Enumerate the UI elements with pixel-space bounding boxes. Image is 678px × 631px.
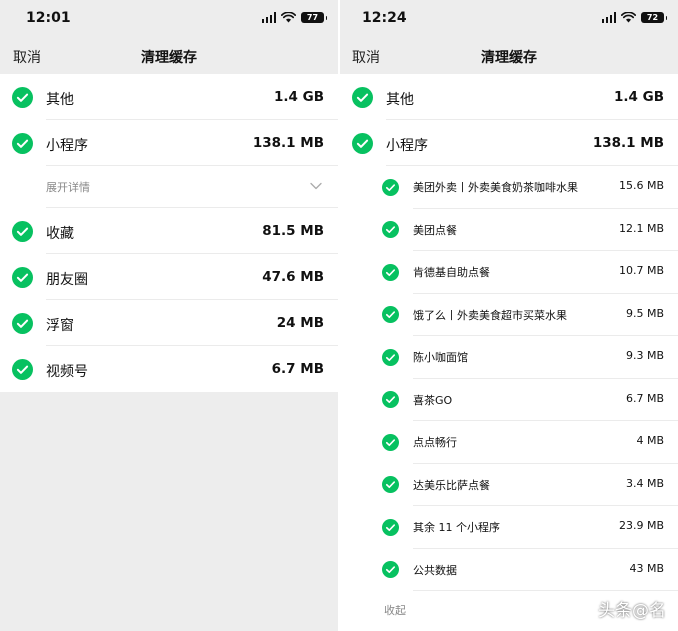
page-title: 清理缓存 [141, 50, 197, 66]
checkmark-icon [382, 433, 399, 451]
mini-program-item[interactable]: 美团外卖丨外卖美食奶茶咖啡水果 15.6 MB [340, 166, 678, 209]
item-size: 9.5 MB [625, 306, 664, 320]
status-icons: 72 [601, 12, 667, 23]
mini-program-item[interactable]: 点点畅行 4 MB [340, 421, 678, 464]
mini-program-item[interactable]: 肯德基自助点餐 10.7 MB [340, 251, 678, 294]
checkmark-icon [382, 518, 399, 536]
checkmark-icon [12, 220, 33, 242]
checkmark-icon [12, 358, 33, 380]
chevron-down-icon[interactable] [310, 182, 322, 190]
mini-program-item[interactable]: 其余 11 个小程序 23.9 MB [340, 506, 678, 549]
status-icons: 77 [261, 12, 327, 23]
item-label: 陈小咖面馆 [413, 351, 468, 364]
watermark: 头条@名 [598, 601, 666, 621]
item-size: 15.6 MB [618, 179, 664, 192]
checkmark-icon [382, 561, 399, 578]
item-size: 24 MB [276, 315, 324, 331]
item-size: 12.1 MB [618, 221, 664, 235]
mini-program-item[interactable]: 喜茶GO 6.7 MB [340, 379, 678, 421]
cache-item-other[interactable]: 其他 1.4 GB [0, 74, 338, 120]
item-label: 其余 11 个小程序 [413, 521, 500, 534]
item-label: 喜茶GO [413, 393, 453, 407]
item-size: 9.3 MB [625, 349, 664, 362]
item-label: 美团外卖丨外卖美食奶茶咖啡水果 [413, 181, 578, 194]
left-screen: 12:01 77 取消 清理缓存 其他 1.4 GB 小程序 138.1 MB [0, 0, 338, 631]
status-bar: 12:24 72 [340, 0, 678, 38]
mini-program-item[interactable]: 美团点餐 12.1 MB [340, 209, 678, 251]
item-label: 浮窗 [46, 318, 74, 334]
cache-item-mini-programs[interactable]: 小程序 138.1 MB [0, 120, 338, 166]
cache-list: 其他 1.4 GB 小程序 138.1 MB 展开详情 收藏 81.5 MB 朋… [0, 74, 338, 392]
item-size: 10.7 MB [618, 264, 664, 277]
item-label: 美团点餐 [413, 223, 457, 237]
item-label: 达美乐比萨点餐 [413, 478, 490, 492]
cache-item-moments[interactable]: 朋友圈 47.6 MB [0, 254, 338, 300]
item-label: 点点畅行 [413, 436, 457, 449]
checkmark-icon [382, 391, 399, 408]
item-size: 6.7 MB [271, 361, 324, 377]
checkmark-icon [12, 266, 33, 288]
cellular-signal-icon [601, 12, 616, 23]
wifi-icon [281, 12, 296, 23]
mini-program-item[interactable]: 陈小咖面馆 9.3 MB [340, 336, 678, 379]
item-label: 视频号 [46, 364, 88, 380]
item-label: 肯德基自助点餐 [413, 266, 490, 279]
checkmark-icon [12, 312, 33, 334]
mini-program-item[interactable]: 达美乐比萨点餐 3.4 MB [340, 464, 678, 506]
collapse-link[interactable]: 收起 [384, 602, 406, 618]
expand-details-link[interactable]: 展开详情 [46, 179, 90, 195]
item-label: 收藏 [46, 226, 74, 242]
item-label: 小程序 [46, 138, 88, 154]
status-time: 12:24 [362, 10, 407, 26]
item-label: 其他 [46, 92, 74, 108]
page-title: 清理缓存 [481, 50, 537, 66]
checkmark-icon [352, 86, 373, 108]
nav-bar: 取消 清理缓存 [0, 38, 338, 74]
item-size: 138.1 MB [592, 135, 664, 151]
item-size: 1.4 GB [614, 89, 664, 105]
item-label: 其他 [386, 92, 414, 108]
cache-item-favorites[interactable]: 收藏 81.5 MB [0, 208, 338, 254]
item-label: 朋友圈 [46, 272, 88, 288]
nav-bar: 取消 清理缓存 [340, 38, 678, 74]
status-bar: 12:01 77 [0, 0, 338, 38]
item-label: 小程序 [386, 138, 428, 154]
checkmark-icon [352, 132, 373, 154]
item-size: 3.4 MB [625, 476, 664, 490]
mini-program-item[interactable]: 公共数据 43 MB [340, 549, 678, 591]
checkmark-icon [382, 306, 399, 323]
cache-item-channels[interactable]: 视频号 6.7 MB [0, 346, 338, 392]
checkmark-icon [12, 132, 33, 154]
checkmark-icon [12, 86, 33, 108]
item-size: 138.1 MB [252, 135, 324, 151]
status-time: 12:01 [26, 10, 71, 26]
cache-list: 其他 1.4 GB 小程序 138.1 MB 美团外卖丨外卖美食奶茶咖啡水果 1… [340, 74, 678, 631]
item-label: 公共数据 [413, 563, 457, 577]
cache-item-mini-programs[interactable]: 小程序 138.1 MB [340, 120, 678, 166]
row-divider [413, 590, 678, 591]
checkmark-icon [382, 348, 399, 366]
item-size: 4 MB [636, 434, 664, 447]
checkmark-icon [382, 221, 399, 238]
battery-icon: 72 [641, 12, 667, 23]
cellular-signal-icon [261, 12, 276, 23]
checkmark-icon [382, 263, 399, 281]
expand-details-row[interactable]: 展开详情 [0, 166, 338, 208]
wifi-icon [621, 12, 636, 23]
cache-item-floating-window[interactable]: 浮窗 24 MB [0, 300, 338, 346]
battery-icon: 77 [301, 12, 327, 23]
checkmark-icon [382, 476, 399, 493]
item-size: 43 MB [629, 561, 664, 575]
checkmark-icon [382, 178, 399, 196]
mini-program-item[interactable]: 饿了么丨外卖美食超市买菜水果 9.5 MB [340, 294, 678, 336]
item-size: 6.7 MB [625, 391, 664, 405]
item-size: 1.4 GB [274, 89, 324, 105]
item-label: 饿了么丨外卖美食超市买菜水果 [413, 308, 567, 322]
item-size: 47.6 MB [262, 269, 324, 285]
item-size: 81.5 MB [262, 223, 324, 239]
cache-item-other[interactable]: 其他 1.4 GB [340, 74, 678, 120]
right-screen: 12:24 72 取消 清理缓存 其他 1.4 GB 小程序 138.1 MB [340, 0, 678, 631]
item-size: 23.9 MB [618, 519, 664, 532]
